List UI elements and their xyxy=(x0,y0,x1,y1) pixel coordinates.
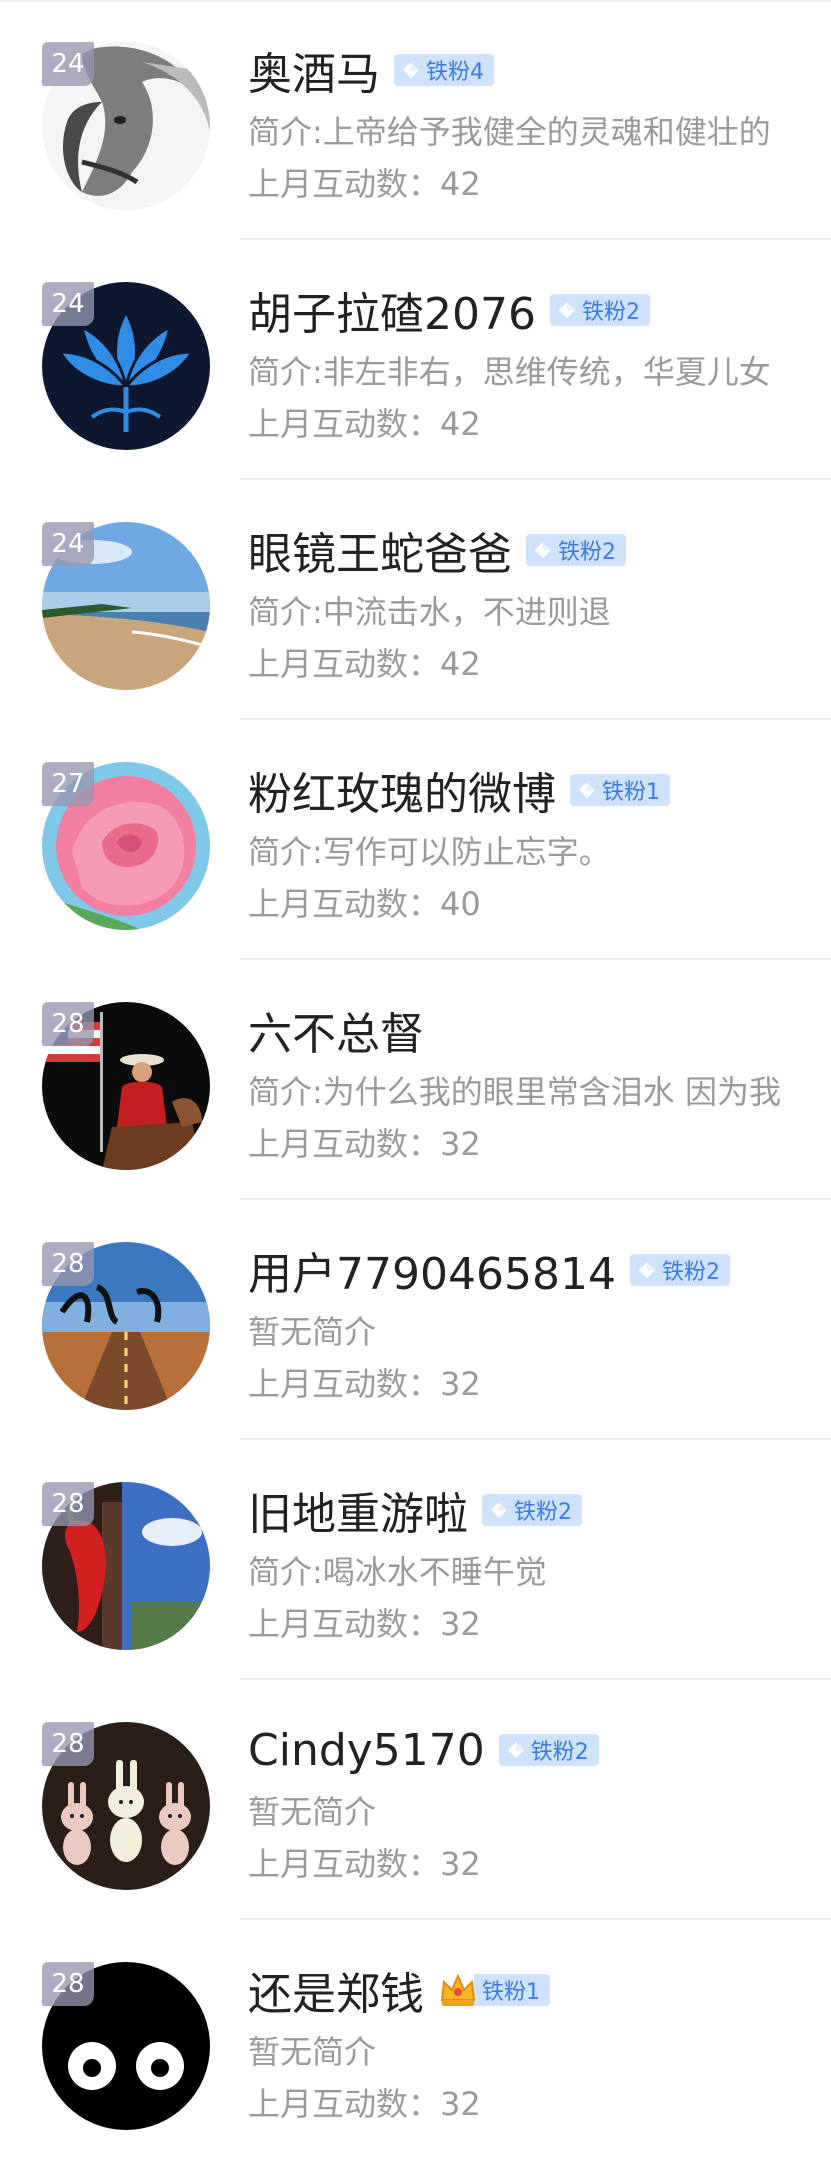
diamond-icon xyxy=(579,782,595,798)
list-item[interactable]: 24 奥酒马 铁粉4 简介:上帝给予我健全的灵魂和健壮的 上月互动数：42 xyxy=(0,0,831,240)
stat-count: 32 xyxy=(440,1125,481,1163)
stat-label: 上月互动数： xyxy=(248,645,441,683)
user-name[interactable]: 用户7790465814 xyxy=(248,1238,616,1302)
rank-badge: 27 xyxy=(42,762,94,806)
stat-count: 32 xyxy=(440,1845,481,1883)
list-item[interactable]: 28 还是郑钱 铁粉1 暂无简介 上月互动数：32 xyxy=(0,1920,831,2160)
user-intro: 简介:为什么我的眼里常含泪水 因为我 xyxy=(248,1073,781,1111)
user-intro: 简介:喝冰水不睡午觉 xyxy=(248,1553,547,1591)
user-intro: 暂无简介 xyxy=(248,2033,377,2071)
rank-badge: 28 xyxy=(42,1962,94,2006)
fan-level-badge[interactable]: 铁粉1 xyxy=(438,1970,550,2010)
user-intro: 简介:上帝给予我健全的灵魂和健壮的 xyxy=(248,113,771,151)
fan-level-badge[interactable]: 铁粉4 xyxy=(394,54,494,86)
user-intro: 简介:写作可以防止忘字。 xyxy=(248,833,611,871)
user-intro: 简介:非左非右，思维传统，华夏儿女 xyxy=(248,353,771,391)
badge-label: 铁粉2 xyxy=(514,1500,572,1525)
diamond-icon xyxy=(403,62,419,78)
stat-count: 42 xyxy=(440,645,481,683)
stat-count: 32 xyxy=(440,2085,481,2123)
badge-label: 铁粉2 xyxy=(581,300,640,325)
user-name[interactable]: 粉红玫瑰的微博 xyxy=(248,758,556,822)
badge-label: 铁粉2 xyxy=(661,1260,720,1285)
interaction-stat: 上月互动数：42 xyxy=(248,642,481,686)
fan-level-badge[interactable]: 铁粉2 xyxy=(549,294,650,326)
list-item[interactable]: 28 Cindy5170 铁粉2 暂无简介 上月互动数：32 xyxy=(0,1680,831,1920)
diamond-icon xyxy=(638,1262,655,1278)
rank-badge: 28 xyxy=(42,1002,94,1046)
badge-label: 铁粉2 xyxy=(530,1740,589,1765)
rank-badge: 28 xyxy=(42,1482,94,1526)
badge-label: 铁粉4 xyxy=(426,60,484,85)
rank-badge: 28 xyxy=(42,1242,94,1286)
list-item[interactable]: 28 用户7790465814 铁粉2 暂无简介 上月互动数：32 xyxy=(0,1200,831,1440)
user-name[interactable]: Cindy5170 xyxy=(248,1725,485,1776)
user-name[interactable]: 旧地重游啦 xyxy=(248,1478,468,1542)
badge-label: 铁粉1 xyxy=(602,780,660,805)
fan-list: 24 奥酒马 铁粉4 简介:上帝给予我健全的灵魂和健壮的 上月互动数：42 24… xyxy=(0,0,831,2159)
user-name[interactable]: 眼镜王蛇爸爸 xyxy=(248,518,512,582)
stat-label: 上月互动数： xyxy=(248,1365,441,1403)
rank-badge: 24 xyxy=(42,522,94,566)
list-item[interactable]: 24 眼镜王蛇爸爸 铁粉2 简介:中流击水，不进则退 上月互动数：42 xyxy=(0,480,831,720)
stat-label: 上月互动数： xyxy=(248,1845,441,1883)
stat-count: 32 xyxy=(440,1365,481,1403)
crown-icon xyxy=(440,1973,476,2006)
user-name[interactable]: 胡子拉碴2076 xyxy=(248,278,536,342)
fan-level-badge[interactable]: 铁粉2 xyxy=(482,1494,582,1526)
stat-label: 上月互动数： xyxy=(248,1125,441,1163)
fan-level-badge[interactable]: 铁粉2 xyxy=(498,1734,599,1766)
stat-label: 上月互动数： xyxy=(248,405,441,443)
stat-count: 40 xyxy=(440,885,481,923)
rank-badge: 24 xyxy=(42,42,94,86)
interaction-stat: 上月互动数：32 xyxy=(248,1362,481,1406)
interaction-stat: 上月互动数：32 xyxy=(248,1122,481,1166)
badge-label: 铁粉1 xyxy=(474,1974,550,2006)
interaction-stat: 上月互动数：40 xyxy=(248,882,481,926)
list-item[interactable]: 28 六不总督 简介:为什么我的眼里常含泪水 因为我 上月互动数：32 xyxy=(0,960,831,1200)
interaction-stat: 上月互动数：32 xyxy=(248,2082,481,2126)
stat-label: 上月互动数： xyxy=(248,165,441,203)
user-name[interactable]: 六不总督 xyxy=(248,998,424,1062)
interaction-stat: 上月互动数：42 xyxy=(248,162,481,206)
fan-level-badge[interactable]: 铁粉2 xyxy=(526,534,626,566)
stat-count: 42 xyxy=(440,165,481,203)
list-item[interactable]: 28 旧地重游啦 铁粉2 简介:喝冰水不睡午觉 上月互动数：32 xyxy=(0,1440,831,1680)
badge-label: 铁粉2 xyxy=(558,540,616,565)
interaction-stat: 上月互动数：32 xyxy=(248,1602,481,1646)
diamond-icon xyxy=(491,1502,507,1518)
list-item[interactable]: 27 粉红玫瑰的微博 铁粉1 简介:写作可以防止忘字。 上月互动数：40 xyxy=(0,720,831,960)
diamond-icon xyxy=(507,1742,524,1758)
fan-level-badge[interactable]: 铁粉2 xyxy=(629,1254,730,1286)
interaction-stat: 上月互动数：32 xyxy=(248,1842,481,1886)
stat-count: 42 xyxy=(440,405,481,443)
stat-label: 上月互动数： xyxy=(248,1605,441,1643)
diamond-icon xyxy=(558,302,575,318)
rank-badge: 28 xyxy=(42,1722,94,1766)
user-name[interactable]: 还是郑钱 xyxy=(248,1958,424,2022)
fan-level-badge[interactable]: 铁粉1 xyxy=(570,774,670,806)
user-intro: 暂无简介 xyxy=(248,1793,377,1831)
stat-count: 32 xyxy=(440,1605,481,1643)
diamond-icon xyxy=(535,542,551,558)
stat-label: 上月互动数： xyxy=(248,885,441,923)
interaction-stat: 上月互动数：42 xyxy=(248,402,481,446)
rank-badge: 24 xyxy=(42,282,94,326)
user-intro: 简介:中流击水，不进则退 xyxy=(248,593,611,631)
list-item[interactable]: 24 胡子拉碴2076 铁粉2 简介:非左非右，思维传统，华夏儿女 上月互动数：… xyxy=(0,240,831,480)
user-name[interactable]: 奥酒马 xyxy=(248,38,380,102)
user-intro: 暂无简介 xyxy=(248,1313,377,1351)
stat-label: 上月互动数： xyxy=(248,2085,441,2123)
